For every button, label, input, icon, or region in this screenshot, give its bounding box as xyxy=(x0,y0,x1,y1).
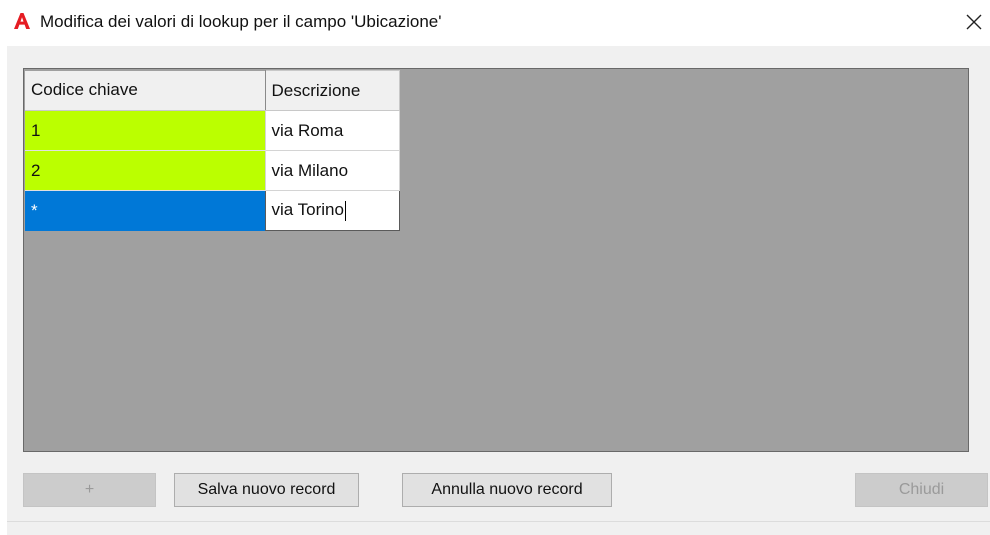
key-cell[interactable]: 2 xyxy=(25,150,265,191)
autocad-icon xyxy=(14,13,30,29)
table-row[interactable]: 2 via Milano xyxy=(25,150,400,191)
new-row-indicator-cell[interactable]: * xyxy=(25,190,265,231)
save-new-record-button[interactable]: Salva nuovo record xyxy=(174,473,359,507)
column-header-key[interactable]: Codice chiave xyxy=(25,70,266,111)
close-icon[interactable] xyxy=(962,10,986,34)
close-label: Chiudi xyxy=(898,481,945,498)
description-edit-value: via Torino xyxy=(271,200,344,220)
description-cell[interactable]: via Roma xyxy=(264,110,400,151)
column-header-description[interactable]: Descrizione xyxy=(264,70,400,111)
bottom-divider xyxy=(7,521,990,522)
cancel-new-record-label: Annulla nuovo record xyxy=(431,481,583,498)
description-edit-cell[interactable]: via Torino xyxy=(264,190,400,231)
cancel-new-record-button[interactable]: Annulla nuovo record xyxy=(402,473,612,507)
add-record-button[interactable]: + xyxy=(23,473,156,507)
text-caret xyxy=(344,200,346,221)
description-cell[interactable]: via Milano xyxy=(264,150,400,191)
save-new-record-label: Salva nuovo record xyxy=(197,481,336,498)
lookup-table: Codice chiave Descrizione 1 via Roma 2 v… xyxy=(25,70,400,231)
window-title: Modifica dei valori di lookup per il cam… xyxy=(40,12,442,31)
new-record-row[interactable]: * via Torino xyxy=(25,190,400,231)
lookup-grid: Codice chiave Descrizione 1 via Roma 2 v… xyxy=(23,68,969,452)
close-button[interactable]: Chiudi xyxy=(855,473,988,507)
table-row[interactable]: 1 via Roma xyxy=(25,110,400,151)
title-bar: Modifica dei valori di lookup per il cam… xyxy=(0,0,990,46)
dialog-body: Codice chiave Descrizione 1 via Roma 2 v… xyxy=(7,46,990,535)
add-record-label: + xyxy=(84,481,95,498)
key-cell[interactable]: 1 xyxy=(25,110,265,151)
header-row: Codice chiave Descrizione xyxy=(25,70,400,111)
